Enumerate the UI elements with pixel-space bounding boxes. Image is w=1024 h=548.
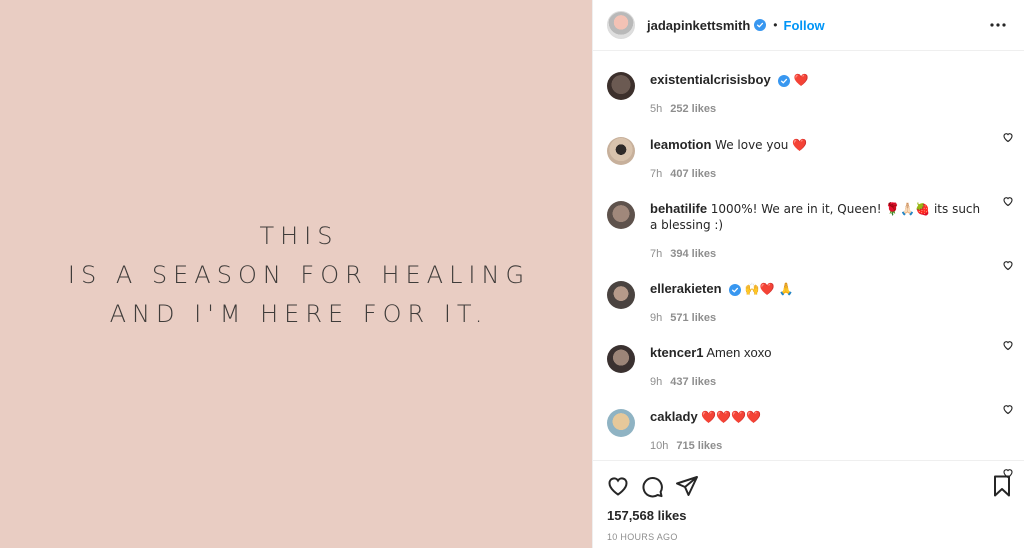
comment-likes[interactable]: 252 likes (670, 103, 716, 115)
comment-time[interactable]: 10h (650, 440, 668, 452)
comments-list: existentialcrisisboy ❤️ 5h 252 likes leam… (593, 51, 1024, 479)
comment-item: ktencer1 Amen xoxo 9h 437 likes (607, 345, 1024, 415)
author-avatar[interactable] (607, 11, 635, 39)
comment-icon[interactable] (640, 474, 664, 498)
commenter-avatar[interactable] (607, 201, 635, 229)
comment-item: existentialcrisisboy ❤️ 5h 252 likes (607, 72, 1024, 143)
comment-time[interactable]: 9h (650, 312, 662, 324)
comment-likes[interactable]: 407 likes (670, 168, 716, 180)
commenter-avatar[interactable] (607, 72, 635, 100)
comment-text: 🙌❤️ 🙏 (744, 282, 794, 296)
quote-text: THIS IS A SEASON FOR HEALING AND I'M HER… (62, 217, 530, 334)
comment-time[interactable]: 7h (650, 248, 662, 260)
comment-likes[interactable]: 394 likes (670, 248, 716, 260)
comment-text: ❤️ (793, 73, 809, 87)
comment-username[interactable]: behatilife (650, 201, 707, 216)
author-username[interactable]: jadapinkettsmith (647, 18, 750, 33)
commenter-avatar[interactable] (607, 137, 635, 165)
ellipsis-icon[interactable] (986, 13, 1010, 37)
comment-likes[interactable]: 571 likes (670, 312, 716, 324)
likes-count[interactable]: 157,568 likes (607, 508, 687, 523)
quote-line-2: IS A SEASON FOR HEALING (67, 260, 531, 289)
comment-likes[interactable]: 715 likes (676, 440, 722, 452)
quote-line-1: THIS (259, 221, 339, 250)
verified-badge-icon (778, 75, 791, 87)
heart-icon[interactable] (606, 474, 630, 498)
comment-username[interactable]: ellerakieten (650, 281, 722, 296)
comment-item: ellerakieten 🙌❤️ 🙏 9h 571 likes (607, 281, 1024, 351)
comment-likes[interactable]: 437 likes (670, 376, 716, 388)
commenter-avatar[interactable] (607, 345, 635, 373)
comment-text: We love you ❤️ (715, 138, 808, 152)
comment-time[interactable]: 5h (650, 103, 662, 115)
commenter-avatar[interactable] (607, 409, 635, 437)
bookmark-icon[interactable] (990, 474, 1014, 498)
post-header: jadapinkettsmith • Follow (593, 0, 1024, 51)
comment-username[interactable]: ktencer1 (650, 345, 703, 360)
comment-time[interactable]: 7h (650, 168, 662, 180)
post-side-panel: jadapinkettsmith • Follow existentialcri… (592, 0, 1024, 548)
post-actions-bar (593, 460, 1024, 510)
like-comment-heart-icon[interactable] (1002, 259, 1014, 271)
commenter-avatar[interactable] (607, 281, 635, 309)
post-timestamp[interactable]: 10 HOURS AGO (607, 532, 678, 542)
comment-text: ❤️❤️❤️❤️ (701, 410, 762, 424)
comment-text: Amen xoxo (706, 345, 772, 360)
verified-badge-icon (729, 284, 742, 296)
comment-item: caklady ❤️❤️❤️❤️ 10h 715 likes (607, 409, 1024, 479)
comment-item: leamotion We love you ❤️ 7h 407 likes (607, 137, 1024, 207)
paper-plane-icon[interactable] (675, 474, 699, 498)
comment-item: behatilife 1000%! We are in it, Queen! 🌹… (607, 201, 1024, 271)
comment-username[interactable]: existentialcrisisboy (650, 72, 771, 87)
comment-username[interactable]: caklady (650, 409, 698, 424)
follow-button[interactable]: Follow (784, 18, 825, 33)
comment-time[interactable]: 9h (650, 376, 662, 388)
header-separator: • (773, 18, 778, 32)
comment-username[interactable]: leamotion (650, 137, 711, 152)
quote-line-3: AND I'M HERE FOR IT. (109, 299, 489, 328)
verified-badge-icon (754, 19, 767, 31)
post-image: THIS IS A SEASON FOR HEALING AND I'M HER… (0, 0, 592, 548)
